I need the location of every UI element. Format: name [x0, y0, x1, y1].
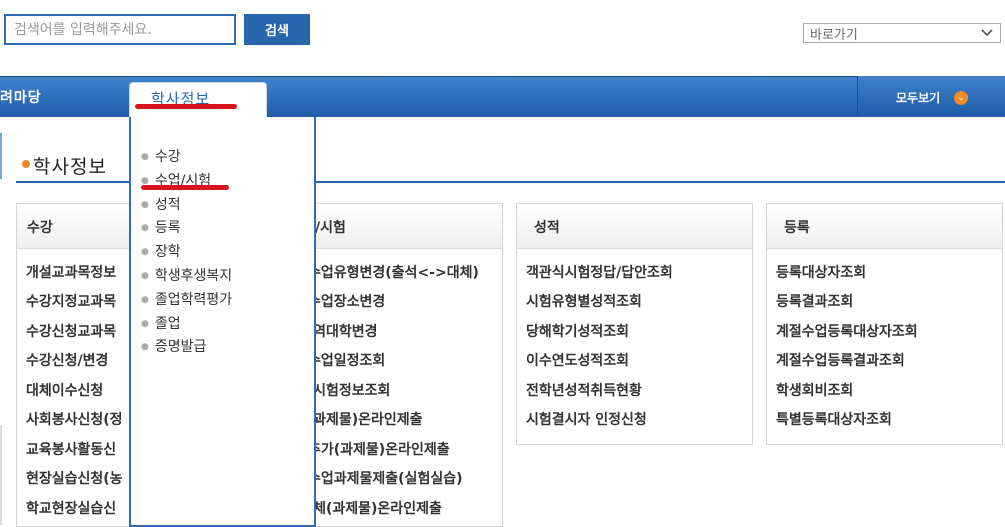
bullet-icon: ●	[141, 319, 149, 329]
bullet-icon: ●	[141, 295, 149, 305]
card-link[interactable]: 학교현장실습신	[26, 498, 116, 518]
dropdown-item[interactable]: ● 등록	[141, 217, 181, 237]
page-title: 학사정보	[33, 156, 107, 178]
search-button[interactable]: 검색	[244, 14, 310, 45]
chevron-down-icon	[981, 29, 993, 37]
card-link[interactable]: 계절수업등록대상자조회	[776, 321, 918, 341]
bullet-icon: ●	[141, 152, 149, 162]
card-link[interactable]: |시험정보조회	[308, 380, 390, 400]
bullet-icon	[22, 160, 30, 168]
card-header: 성적	[517, 204, 752, 249]
card-link[interactable]: 등록결과조회	[776, 291, 853, 311]
shortcut-label: 바로가기	[810, 27, 858, 43]
card-link[interactable]: |역대학변경	[308, 321, 378, 341]
dropdown-item[interactable]: ● 성적	[141, 194, 181, 214]
card-link[interactable]: 수강신청/변경	[26, 350, 108, 370]
dropdown-item-label[interactable]: 증명발급	[155, 339, 207, 355]
card-link[interactable]: 대체이수신청	[26, 380, 103, 400]
dropdown-item-label[interactable]: 졸업학력평가	[155, 292, 232, 308]
dropdown-item-label[interactable]: 장학	[155, 244, 181, 260]
card-link[interactable]: 당해학기성적조회	[526, 321, 629, 341]
dropdown-highlight-underline	[141, 185, 229, 190]
card-link[interactable]: 수강지정교과목	[26, 291, 116, 311]
card-link[interactable]: 수강신청교과목	[26, 321, 116, 341]
card-link[interactable]: 계절수업등록결과조회	[776, 350, 905, 370]
card-link[interactable]: 수업일정조회	[308, 350, 385, 370]
shortcut-select[interactable]: 바로가기	[803, 23, 1001, 43]
card-link[interactable]: 시험유형별성적조회	[526, 291, 642, 311]
dropdown-item-label[interactable]: 수강	[155, 149, 181, 165]
left-panel-edge	[0, 133, 2, 179]
card-header: 등록	[767, 204, 1002, 249]
bullet-icon: ●	[141, 247, 149, 257]
card-title: 등록	[784, 220, 810, 236]
card-link[interactable]: 특별등록대상자조회	[776, 409, 892, 429]
card-title: 성적	[534, 220, 560, 236]
dropdown-item-label[interactable]: 졸업	[155, 316, 181, 332]
card-link[interactable]: 수업유형변경(출석<->대체)	[308, 262, 479, 282]
dropdown-item[interactable]: ● 졸업학력평가	[141, 289, 232, 309]
search-input[interactable]	[4, 14, 236, 45]
dropdown-item[interactable]: ● 장학	[141, 241, 181, 261]
nav-item-partial[interactable]: 려마당	[0, 76, 42, 116]
card-link[interactable]: 개설교과목정보	[26, 262, 116, 282]
card-link[interactable]: 전학년성적취득현황	[526, 380, 642, 400]
chevron-down-circle-icon[interactable]: ⌄	[954, 91, 968, 105]
card-link[interactable]: 추가(과제물)온라인제출	[308, 439, 450, 459]
bullet-icon: ●	[141, 223, 149, 233]
card-link[interactable]: 객관식시험정답/답안조회	[526, 262, 673, 282]
card-link[interactable]: |과제물)온라인제출	[308, 409, 423, 429]
active-tab-underline	[135, 104, 237, 109]
card-title: /시험	[315, 220, 346, 236]
left-panel-edge	[0, 425, 2, 525]
card-link[interactable]: 수업과제물제출(실험실습)	[308, 468, 462, 488]
card-link[interactable]: 이수연도성적조회	[526, 350, 629, 370]
dropdown-item[interactable]: ● 수강	[141, 146, 181, 166]
dropdown-item[interactable]: ● 증명발급	[141, 336, 206, 356]
card-link[interactable]: 학생회비조회	[776, 380, 853, 400]
dropdown-item-label[interactable]: 등록	[155, 220, 181, 236]
card-link[interactable]: 시험결시자 인정신청	[526, 409, 647, 429]
dropdown-item[interactable]: ● 학생후생복지	[141, 265, 232, 285]
card-title: 수강	[27, 220, 53, 236]
bullet-icon: ●	[141, 342, 149, 352]
card-link[interactable]: 수업장소변경	[308, 291, 385, 311]
card-link[interactable]: 등록대상자조회	[776, 262, 866, 282]
dropdown-item[interactable]: ● 졸업	[141, 313, 181, 333]
view-all-label[interactable]: 모두보기	[896, 89, 940, 106]
card-link[interactable]: 현장실습신청(농	[26, 468, 123, 488]
card-link[interactable]: 사회봉사신청(정	[26, 409, 123, 429]
dropdown-item-label[interactable]: 성적	[155, 197, 181, 213]
card-link[interactable]: |체(과제물)온라인제출	[308, 498, 442, 518]
dropdown-item-label[interactable]: 학생후생복지	[155, 268, 232, 284]
card-link[interactable]: 교육봉사활동신	[26, 439, 116, 459]
bullet-icon: ●	[141, 271, 149, 281]
bullet-icon: ●	[141, 200, 149, 210]
